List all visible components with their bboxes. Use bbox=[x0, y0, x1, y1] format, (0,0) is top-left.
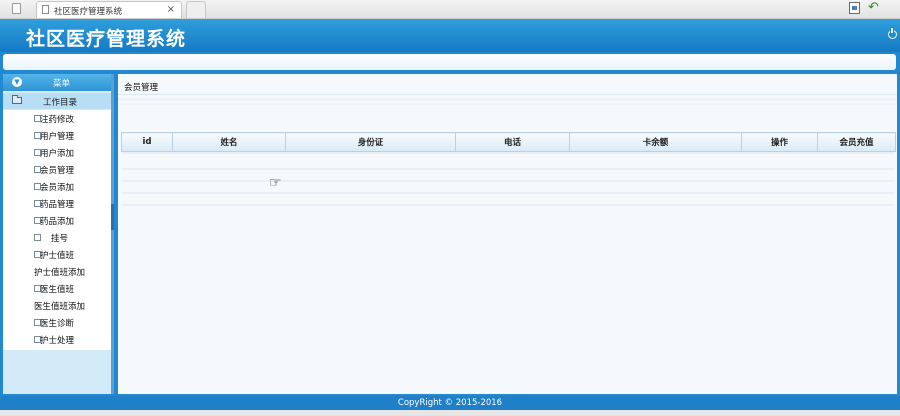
sidebar-item-register[interactable]: 挂号 bbox=[3, 229, 114, 246]
menu-section-label: 工作目录 bbox=[43, 98, 78, 108]
sidebar-item-member-manage[interactable]: 会员管理 bbox=[3, 161, 114, 178]
folder-icon bbox=[12, 95, 22, 104]
sidebar-item-doctor-diagnosis[interactable]: 医生诊断 bbox=[3, 314, 114, 331]
sidebar-item-label: 医生值班添加 bbox=[34, 302, 86, 312]
sidebar-item-label: 护士处理 bbox=[40, 336, 75, 346]
table-row[interactable] bbox=[121, 152, 895, 154]
sidebar-item-label: 医生值班 bbox=[40, 285, 75, 295]
browser-status-bar bbox=[0, 410, 900, 416]
sidebar-splitter[interactable] bbox=[111, 74, 114, 394]
table-row[interactable] bbox=[121, 180, 895, 182]
column-header-name[interactable]: 姓名 bbox=[172, 132, 286, 152]
toolbar-panel bbox=[3, 54, 896, 70]
toolbar-strip bbox=[118, 98, 897, 101]
sidebar-item-label: 护士值班 bbox=[40, 251, 75, 261]
menu-header[interactable]: ▼ 菜单 bbox=[3, 74, 114, 91]
browser-tab-title: 社区医疗管理系统 bbox=[54, 7, 123, 17]
menu-header-label: 菜单 bbox=[53, 79, 71, 89]
column-header-phone[interactable]: 电话 bbox=[455, 132, 570, 152]
sidebar-item-user-manage[interactable]: 用户管理 bbox=[3, 127, 114, 144]
column-header-actions[interactable]: 操作 bbox=[741, 132, 818, 152]
sidebar-item-nurse-duty-add[interactable]: 护士值班添加 bbox=[3, 263, 114, 280]
home-icon[interactable] bbox=[849, 2, 860, 14]
sidebar-item-member-add[interactable]: 会员添加 bbox=[3, 178, 114, 195]
sidebar-item-label: 药品添加 bbox=[40, 217, 75, 227]
sidebar-item-nurse-process[interactable]: 护士处理 bbox=[3, 331, 114, 348]
chevron-down-icon: ▼ bbox=[12, 77, 22, 87]
sidebar-item-drug-add[interactable]: 药品添加 bbox=[3, 212, 114, 229]
tab-close-icon[interactable]: × bbox=[167, 4, 175, 16]
sidebar-item-label: 注药修改 bbox=[40, 115, 75, 125]
browser-tab-strip: 社区医疗管理系统 × ↶ bbox=[0, 0, 900, 19]
breadcrumb: 会员管理 bbox=[124, 83, 159, 93]
divider bbox=[118, 94, 897, 95]
app-header: 社区医疗管理系统 bbox=[0, 19, 900, 52]
column-header-id[interactable]: id bbox=[121, 132, 173, 152]
new-tab-button[interactable] bbox=[186, 1, 206, 18]
main-content: 会员管理 id 姓名 身份证 电话 卡余额 操作 会员充值 ☞ bbox=[118, 74, 897, 394]
toolbar-strip-secondary bbox=[118, 103, 897, 105]
sidebar-item-user-add[interactable]: 用户添加 bbox=[3, 144, 114, 161]
splitter-handle[interactable] bbox=[111, 204, 114, 230]
browser-tab[interactable]: 社区医疗管理系统 × bbox=[36, 1, 182, 18]
app-title: 社区医疗管理系统 bbox=[26, 28, 187, 50]
sidebar-item-label: 医生诊断 bbox=[40, 319, 75, 329]
copyright-text: CopyRight © 2015-2016 bbox=[397, 398, 503, 408]
sidebar-item-label: 会员添加 bbox=[40, 183, 75, 193]
sidebar-item-nurse-duty[interactable]: 护士值班 bbox=[3, 246, 114, 263]
sidebar: ▼ 菜单 工作目录 注药修改 用户管理 用户添加 会员管理 会员添加 药品管理 … bbox=[3, 74, 114, 394]
menu-list: 注药修改 用户管理 用户添加 会员管理 会员添加 药品管理 药品添加 挂号 护士… bbox=[3, 110, 114, 350]
page-icon bbox=[42, 5, 49, 14]
sidebar-item-drug-edit[interactable]: 注药修改 bbox=[3, 110, 114, 127]
sidebar-item-label: 用户添加 bbox=[40, 149, 75, 159]
table-header-row: id 姓名 身份证 电话 卡余额 操作 会员充值 bbox=[121, 132, 896, 152]
table-row[interactable] bbox=[121, 168, 895, 170]
sidebar-item-label: 挂号 bbox=[51, 234, 69, 244]
toolbar-bar bbox=[0, 52, 900, 72]
footer: CopyRight © 2015-2016 bbox=[0, 396, 900, 410]
sidebar-item-label: 用户管理 bbox=[40, 132, 75, 142]
member-table: id 姓名 身份证 电话 卡余额 操作 会员充值 bbox=[121, 132, 896, 152]
hand-cursor-icon: ☞ bbox=[269, 175, 282, 191]
sidebar-item-drug-manage[interactable]: 药品管理 bbox=[3, 195, 114, 212]
sidebar-item-doctor-duty-add[interactable]: 医生值班添加 bbox=[3, 297, 114, 314]
table-row[interactable] bbox=[121, 204, 895, 206]
document-icon bbox=[34, 234, 41, 241]
sidebar-item-label: 药品管理 bbox=[40, 200, 75, 210]
layout-frame: ▼ 菜单 工作目录 注药修改 用户管理 用户添加 会员管理 会员添加 药品管理 … bbox=[0, 72, 900, 396]
column-header-card-balance[interactable]: 卡余额 bbox=[569, 132, 742, 152]
table-row[interactable] bbox=[121, 192, 895, 194]
menu-section-work[interactable]: 工作目录 bbox=[3, 93, 114, 109]
tab-list-icon[interactable] bbox=[12, 3, 21, 14]
column-header-recharge[interactable]: 会员充值 bbox=[817, 132, 896, 152]
sidebar-item-label: 护士值班添加 bbox=[34, 268, 86, 278]
power-icon[interactable] bbox=[888, 28, 897, 39]
column-header-id-card[interactable]: 身份证 bbox=[285, 132, 456, 152]
back-arrow-icon[interactable]: ↶ bbox=[868, 1, 879, 15]
sidebar-item-label: 会员管理 bbox=[40, 166, 75, 176]
sidebar-item-doctor-duty[interactable]: 医生值班 bbox=[3, 280, 114, 297]
